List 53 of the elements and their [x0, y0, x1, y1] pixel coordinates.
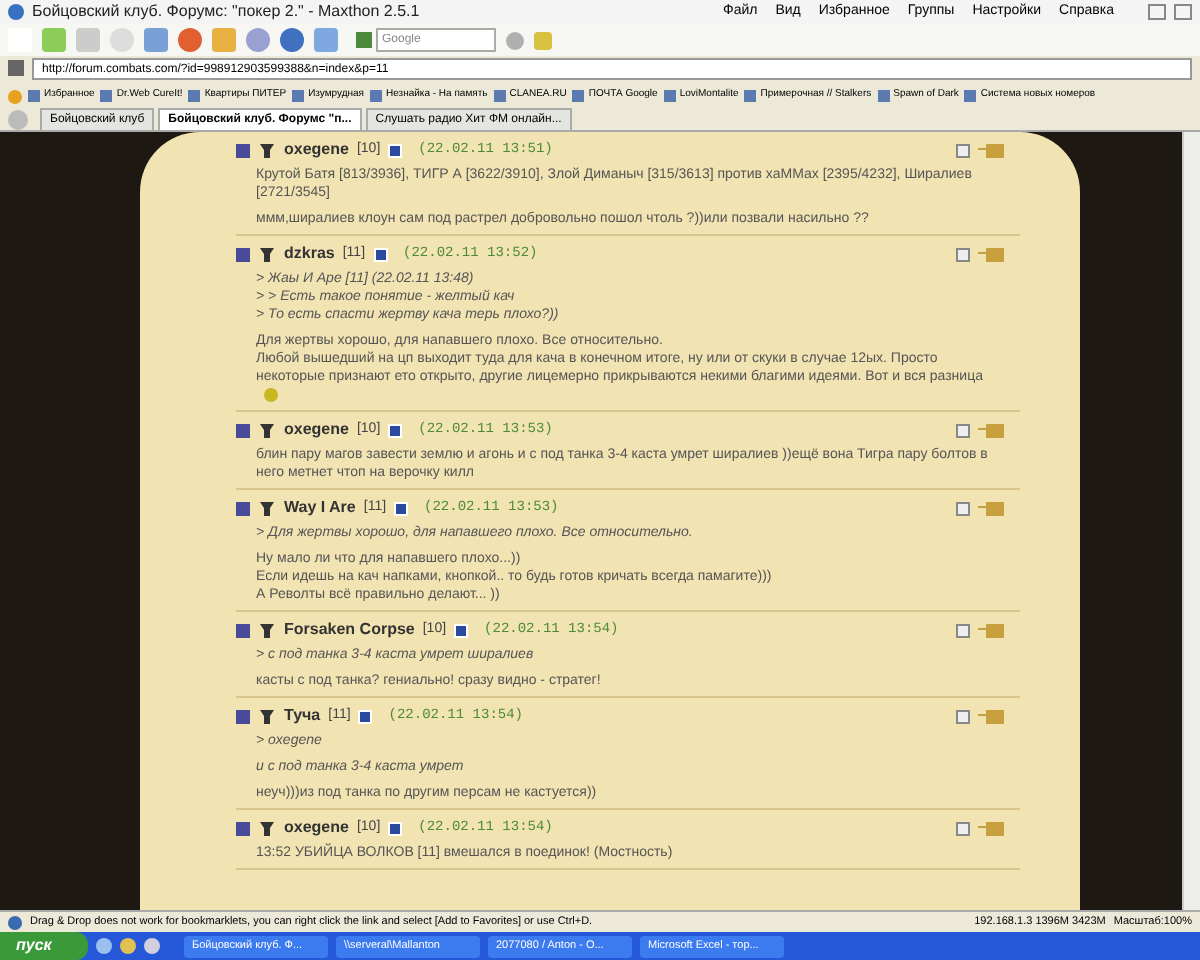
pen-folder-icon[interactable]	[978, 142, 1004, 158]
pen-folder-icon[interactable]	[978, 622, 1004, 638]
rank-icon	[258, 141, 276, 159]
bookmark-icon	[292, 90, 305, 102]
bookmark-icon	[663, 90, 676, 102]
clan-icon	[236, 423, 250, 437]
pen-folder-icon[interactable]	[978, 708, 1004, 724]
pen-folder-icon[interactable]	[978, 500, 1004, 516]
clan-icon	[236, 821, 250, 835]
checkbox[interactable]	[956, 501, 970, 515]
checkbox[interactable]	[956, 423, 970, 437]
bookmark-icon	[28, 90, 40, 102]
minimize-button[interactable]	[1148, 4, 1166, 20]
rank-icon	[258, 707, 276, 725]
author-name[interactable]: Туча	[284, 704, 321, 728]
clan-icon	[236, 709, 250, 723]
author-name[interactable]: Forsaken Corpse	[284, 618, 415, 642]
close-button[interactable]	[1174, 4, 1192, 20]
pen-folder-icon[interactable]	[978, 422, 1004, 438]
author-name[interactable]: oxegene	[284, 418, 349, 442]
author-name[interactable]: oxegene	[284, 138, 349, 162]
author-name[interactable]: Way I Are	[284, 496, 356, 520]
checkbox[interactable]	[956, 143, 970, 157]
bookmark-icon	[100, 90, 113, 102]
rank-icon	[258, 421, 276, 439]
clan-icon	[236, 143, 250, 157]
clan-icon	[236, 247, 250, 261]
clan-icon	[236, 501, 250, 515]
bookmark-icon	[744, 90, 757, 102]
rank-icon	[258, 245, 276, 263]
checkbox[interactable]	[956, 821, 970, 835]
checkbox[interactable]	[956, 709, 970, 723]
checkbox[interactable]	[956, 247, 970, 261]
start-button[interactable]: пуск	[0, 932, 88, 960]
bookmark-icon	[493, 90, 506, 102]
app-icon	[8, 4, 24, 20]
checkbox[interactable]	[956, 623, 970, 637]
author-name[interactable]: dzkras	[284, 242, 335, 266]
rank-icon	[258, 499, 276, 517]
pen-folder-icon[interactable]	[978, 246, 1004, 262]
bookmark-icon	[370, 90, 382, 102]
scrollbar[interactable]	[1182, 132, 1200, 910]
bookmark-icon	[188, 90, 201, 102]
clan-icon	[236, 623, 250, 637]
bookmark-icon	[964, 90, 977, 102]
rank-icon	[258, 621, 276, 639]
author-name[interactable]: oxegene	[284, 816, 349, 840]
rank-icon	[258, 819, 276, 837]
bookmark-icon	[877, 90, 890, 102]
bookmark-icon	[572, 90, 585, 102]
window-title: Бойцовский клуб. Форумс: "покер 2." - Maxthon 2.5.1	[32, 0, 420, 24]
pen-folder-icon[interactable]	[978, 820, 1004, 836]
page-icon	[8, 60, 24, 76]
